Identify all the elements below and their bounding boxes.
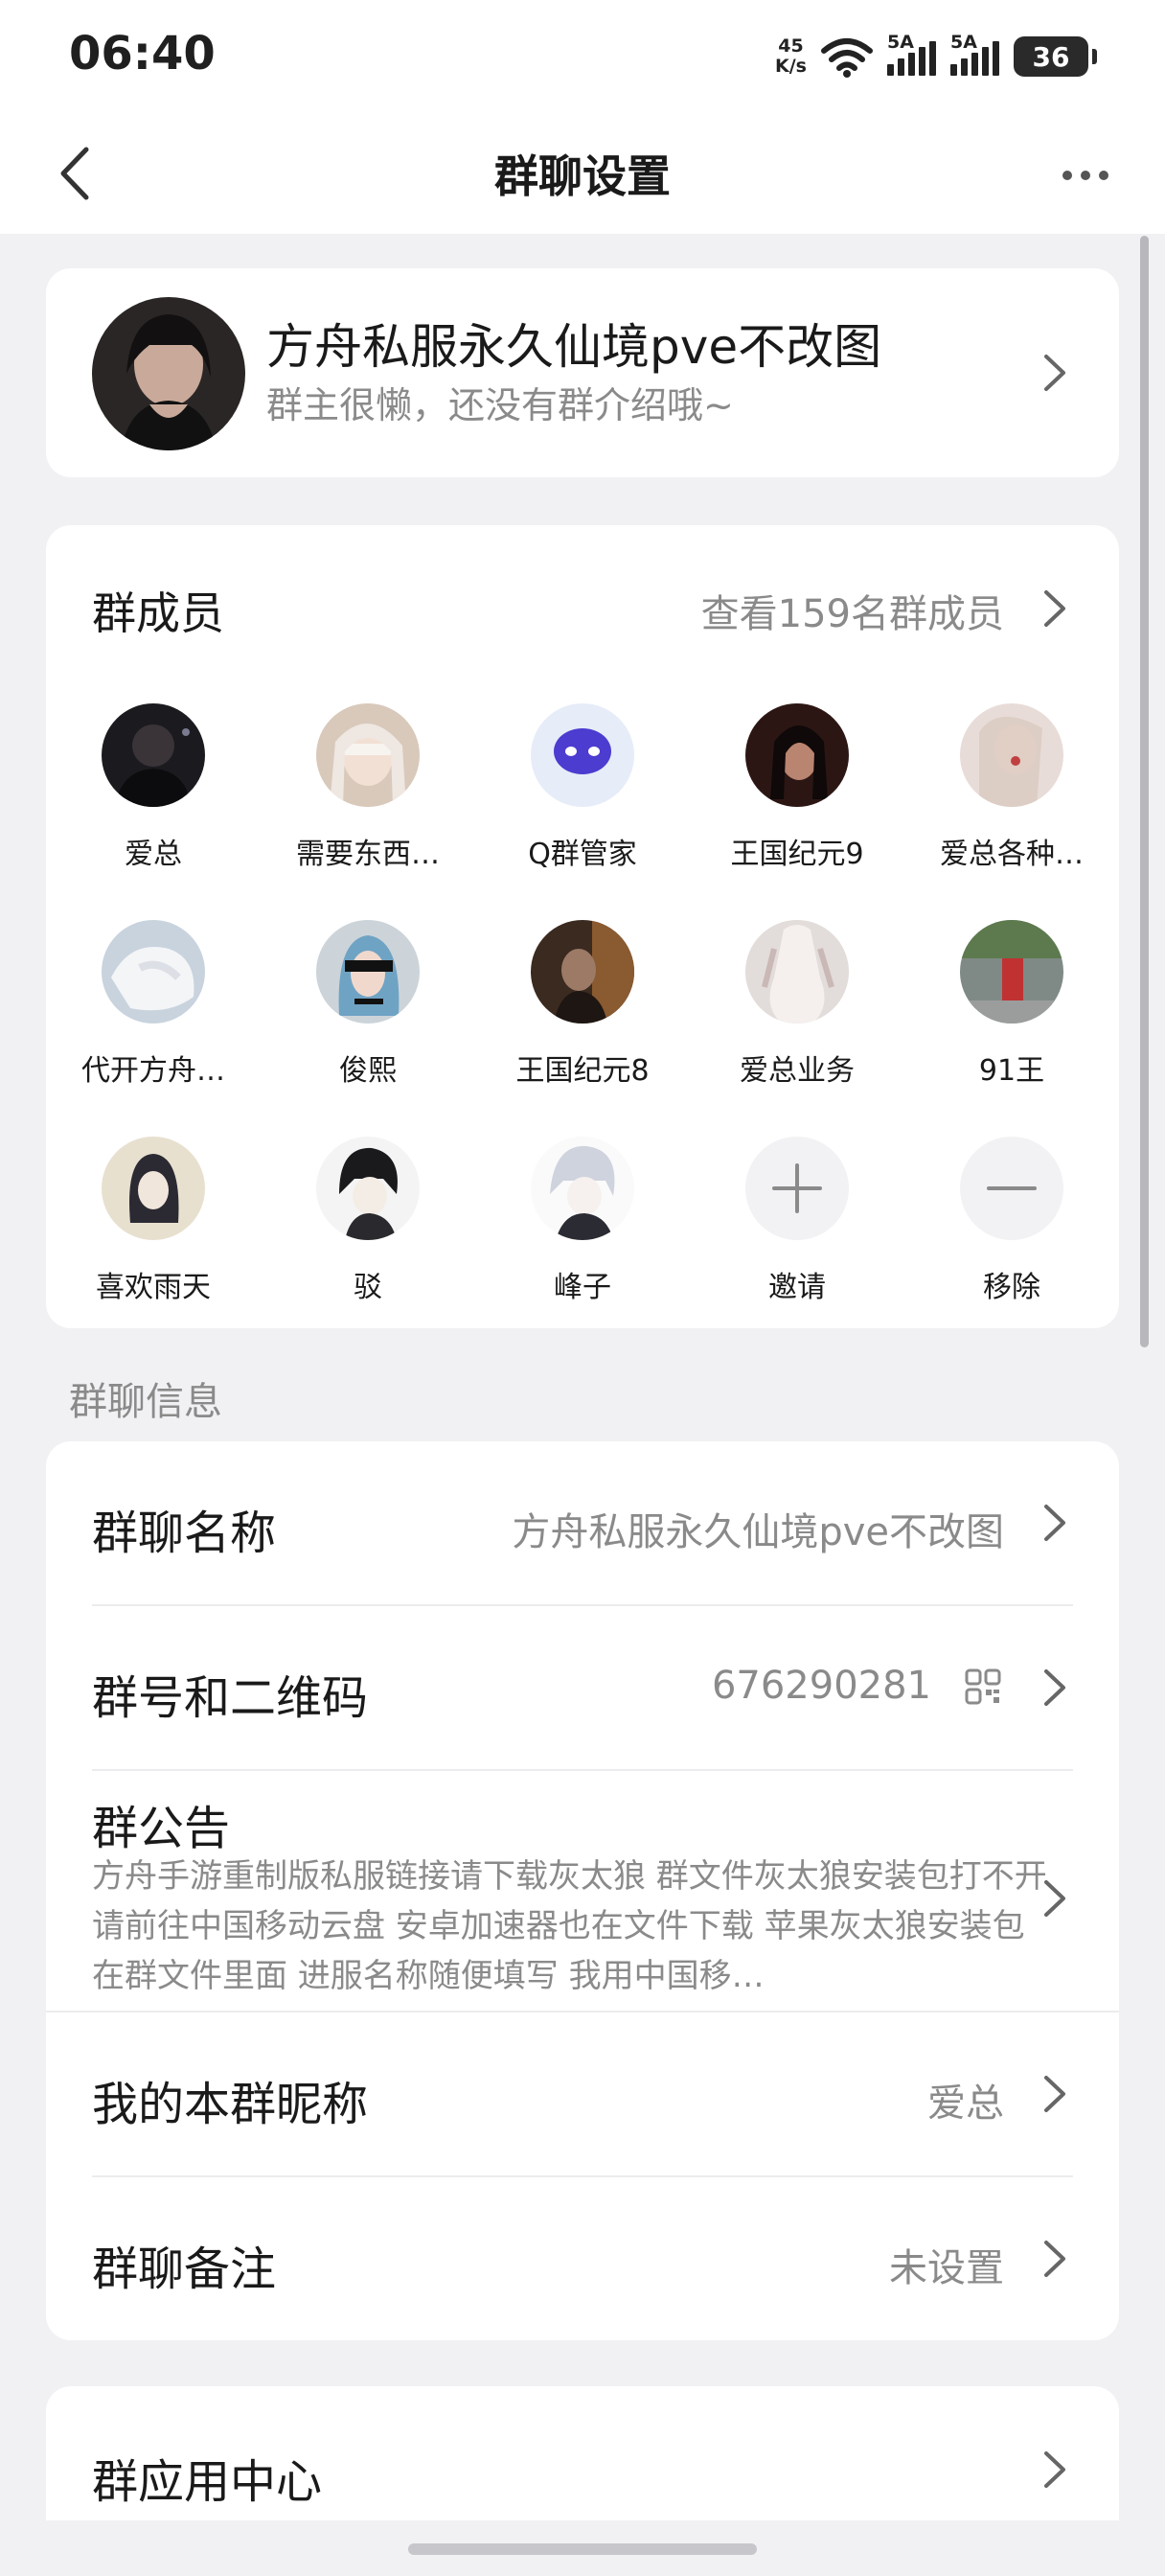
view-all-members-link[interactable]: 查看159名群成员 — [701, 583, 1004, 638]
group-name-row[interactable]: 群聊名称 方舟私服永久仙境pve不改图 — [46, 1441, 1119, 1604]
network-speed: 45 K/s — [775, 35, 807, 77]
member-avatar — [960, 703, 1063, 807]
chevron-right-icon — [1044, 1505, 1065, 1541]
group-description: 群主很懒，还没有群介绍哦~ — [266, 384, 734, 426]
member-avatar — [745, 703, 849, 807]
member-item[interactable]: 俊熙 — [261, 920, 475, 1112]
chevron-right-icon — [1044, 2076, 1065, 2112]
qr-code-icon — [965, 1668, 1001, 1705]
group-avatar — [92, 297, 245, 450]
signal-icon-2: 5A — [950, 32, 1000, 76]
chevron-right-icon — [1044, 355, 1065, 391]
status-icons: 45 K/s 5A 5A 36 — [775, 32, 1097, 80]
member-item[interactable]: 代开方舟… — [46, 920, 261, 1112]
my-nickname-row[interactable]: 我的本群昵称 爱总 — [46, 2012, 1119, 2175]
chevron-right-icon — [1044, 590, 1065, 627]
members-card: 群成员 查看159名群成员 爱总 需要东西… Q群管家 王国纪元9 爱总各种… … — [46, 525, 1119, 1328]
member-item[interactable]: 王国纪元9 — [690, 703, 904, 895]
plus-icon — [745, 1137, 849, 1240]
remove-button[interactable]: 移除 — [904, 1137, 1119, 1328]
member-item[interactable]: 王国纪元8 — [475, 920, 690, 1112]
chevron-right-icon — [1044, 1880, 1065, 1917]
home-indicator[interactable] — [408, 2543, 757, 2555]
group-apps-card[interactable]: 群应用中心 — [46, 2386, 1119, 2520]
member-item[interactable]: 驳 — [261, 1137, 475, 1328]
member-avatar — [102, 703, 205, 807]
chevron-right-icon — [1044, 2451, 1065, 2488]
section-label-group-info: 群聊信息 — [69, 1380, 222, 1424]
member-avatar — [531, 1137, 634, 1240]
group-notice-row[interactable]: 群公告 方舟手游重制版私服链接请下载灰太狼 群文件灰太狼安装包打不开 请前往中国… — [46, 1771, 1119, 2011]
wifi-icon — [821, 38, 873, 78]
member-item[interactable]: 爱总 — [46, 703, 261, 895]
group-name: 方舟私服永久仙境pve不改图 — [266, 319, 882, 375]
member-avatar — [316, 703, 420, 807]
status-bar: 06:40 45 K/s 5A 5A 36 — [0, 0, 1165, 113]
group-id-qrcode-row[interactable]: 群号和二维码 676290281 — [46, 1606, 1119, 1769]
member-avatar — [960, 920, 1063, 1024]
nav-bar: 群聊设置 — [0, 113, 1165, 234]
page-title: 群聊设置 — [494, 150, 671, 202]
signal-icon: 5A — [887, 32, 937, 76]
group-apps-label: 群应用中心 — [92, 2455, 323, 2509]
member-avatar — [531, 703, 634, 807]
battery-icon: 36 — [1014, 36, 1097, 77]
group-profile-card[interactable]: 方舟私服永久仙境pve不改图 群主很懒，还没有群介绍哦~ — [46, 268, 1119, 477]
member-item[interactable]: 需要东西… — [261, 703, 475, 895]
member-avatar — [531, 920, 634, 1024]
group-notice-text: 方舟手游重制版私服链接请下载灰太狼 群文件灰太狼安装包打不开 请前往中国移动云盘… — [92, 1857, 1047, 1995]
member-item[interactable]: 峰子 — [475, 1137, 690, 1328]
member-avatar — [102, 920, 205, 1024]
member-avatar — [316, 920, 420, 1024]
member-avatar — [745, 920, 849, 1024]
chevron-right-icon — [1044, 1669, 1065, 1706]
minus-icon — [960, 1137, 1063, 1240]
member-item[interactable]: 喜欢雨天 — [46, 1137, 261, 1328]
chevron-right-icon — [1044, 2241, 1065, 2277]
invite-button[interactable]: 邀请 — [690, 1137, 904, 1328]
status-time: 06:40 — [69, 27, 216, 80]
scrollbar[interactable] — [1140, 236, 1149, 1347]
member-item[interactable]: 爱总各种… — [904, 703, 1119, 895]
more-icon[interactable] — [1052, 151, 1119, 199]
group-info-card: 群聊名称 方舟私服永久仙境pve不改图 群号和二维码 676290281 群公告… — [46, 1441, 1119, 2340]
member-item[interactable]: 爱总业务 — [690, 920, 904, 1112]
member-item[interactable]: 91王 — [904, 920, 1119, 1112]
member-avatar — [316, 1137, 420, 1240]
members-title: 群成员 — [92, 587, 224, 639]
group-remark-row[interactable]: 群聊备注 未设置 — [46, 2177, 1119, 2340]
member-avatar — [102, 1137, 205, 1240]
member-item[interactable]: Q群管家 — [475, 703, 690, 895]
